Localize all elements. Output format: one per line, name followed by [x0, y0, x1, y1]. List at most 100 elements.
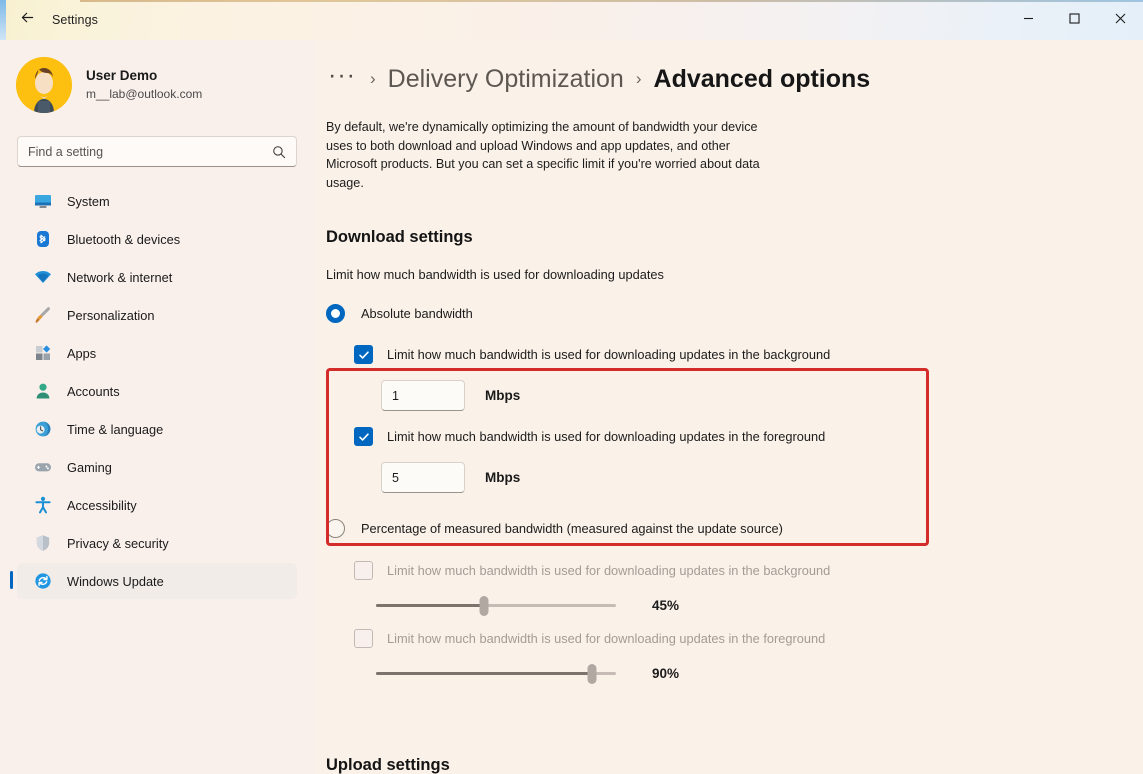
radio-percentage-bandwidth[interactable]: Percentage of measured bandwidth (measur… — [326, 519, 1143, 538]
window-controls — [1005, 0, 1143, 40]
avatar — [16, 57, 72, 113]
close-button[interactable] — [1097, 0, 1143, 40]
checkbox-row-absolute-background[interactable]: Limit how much bandwidth is used for dow… — [354, 345, 1143, 364]
checkbox-label: Limit how much bandwidth is used for dow… — [387, 563, 830, 578]
minimize-icon — [1023, 11, 1034, 29]
radio-label: Absolute bandwidth — [361, 306, 473, 321]
slider-thumb[interactable] — [480, 596, 489, 616]
sidebar-item-label: Time & language — [67, 422, 163, 437]
unit-label: Mbps — [485, 470, 520, 485]
checkbox-label: Limit how much bandwidth is used for dow… — [387, 347, 830, 362]
checkbox-indicator — [354, 345, 373, 364]
monitor-icon — [33, 191, 53, 211]
refresh-icon — [33, 571, 53, 591]
sidebar-item-privacy-security[interactable]: Privacy & security — [17, 525, 297, 561]
radio-label: Percentage of measured bandwidth (measur… — [361, 521, 783, 536]
search-icon — [272, 145, 286, 159]
sidebar-item-label: Privacy & security — [67, 536, 169, 551]
sidebar-item-personalization[interactable]: Personalization — [17, 297, 297, 333]
accessibility-icon — [33, 495, 53, 515]
checkbox-row-absolute-foreground[interactable]: Limit how much bandwidth is used for dow… — [354, 427, 1143, 446]
breadcrumb-overflow-button[interactable]: ··· — [326, 68, 358, 91]
checkbox-indicator — [354, 629, 373, 648]
shield-icon — [33, 533, 53, 553]
title-bar: Settings — [0, 0, 1143, 40]
sidebar: User Demo m__lab@outlook.com System — [0, 40, 314, 774]
slider-fill — [376, 672, 592, 675]
download-settings-subtitle: Limit how much bandwidth is used for dow… — [326, 267, 1143, 282]
clock-globe-icon — [33, 419, 53, 439]
wifi-icon — [33, 267, 53, 287]
minimize-button[interactable] — [1005, 0, 1051, 40]
apps-grid-icon — [33, 343, 53, 363]
close-icon — [1115, 11, 1126, 29]
sidebar-item-bluetooth-devices[interactable]: Bluetooth & devices — [17, 221, 297, 257]
window-top-accent — [80, 0, 1143, 2]
breadcrumb-parent-link[interactable]: Delivery Optimization — [388, 65, 624, 94]
chevron-right-icon: › — [370, 69, 376, 89]
chevron-right-icon: › — [636, 69, 642, 89]
maximize-icon — [1069, 11, 1080, 29]
slider-thumb[interactable] — [588, 664, 597, 684]
sidebar-item-accessibility[interactable]: Accessibility — [17, 487, 297, 523]
slider-percentage-background[interactable] — [376, 591, 616, 619]
sidebar-item-gaming[interactable]: Gaming — [17, 449, 297, 485]
profile-block[interactable]: User Demo m__lab@outlook.com — [0, 40, 314, 114]
search-input[interactable] — [28, 145, 272, 159]
sidebar-item-label: Personalization — [67, 308, 155, 323]
sidebar-item-network-internet[interactable]: Network & internet — [17, 259, 297, 295]
sidebar-item-label: Windows Update — [67, 574, 164, 589]
checkbox-indicator — [354, 561, 373, 580]
sidebar-item-windows-update[interactable]: Windows Update — [17, 563, 297, 599]
slider-percentage-foreground[interactable] — [376, 659, 616, 687]
download-settings-heading: Download settings — [326, 228, 1143, 247]
page-description: By default, we're dynamically optimizing… — [326, 118, 781, 192]
checkbox-indicator — [354, 427, 373, 446]
checkbox-label: Limit how much bandwidth is used for dow… — [387, 631, 825, 646]
bandwidth-background-input[interactable] — [381, 380, 465, 411]
sidebar-item-accounts[interactable]: Accounts — [17, 373, 297, 409]
slider-row-percentage-background: 45% — [376, 591, 1143, 619]
slider-value-label: 45% — [652, 598, 679, 613]
sidebar-item-apps[interactable]: Apps — [17, 335, 297, 371]
maximize-button[interactable] — [1051, 0, 1097, 40]
slider-value-label: 90% — [652, 666, 679, 681]
profile-name: User Demo — [86, 67, 202, 85]
page-title: Advanced options — [654, 65, 871, 94]
value-row-absolute-foreground: Mbps — [381, 462, 1143, 493]
sidebar-item-system[interactable]: System — [17, 183, 297, 219]
sidebar-item-label: System — [67, 194, 110, 209]
window-title: Settings — [52, 13, 98, 27]
upload-settings-heading: Upload settings — [326, 756, 450, 774]
back-arrow-icon — [19, 9, 36, 31]
bandwidth-foreground-input[interactable] — [381, 462, 465, 493]
value-row-absolute-background: Mbps — [381, 380, 1143, 411]
paintbrush-icon — [33, 305, 53, 325]
sidebar-item-label: Network & internet — [67, 270, 172, 285]
sidebar-item-time-language[interactable]: Time & language — [17, 411, 297, 447]
breadcrumb: ··· › Delivery Optimization › Advanced o… — [314, 40, 1143, 96]
checkbox-row-percentage-background[interactable]: Limit how much bandwidth is used for dow… — [354, 561, 1143, 580]
slider-fill — [376, 604, 484, 607]
profile-email: m__lab@outlook.com — [86, 87, 202, 103]
person-icon — [33, 381, 53, 401]
radio-indicator — [326, 304, 345, 323]
unit-label: Mbps — [485, 388, 520, 403]
checkbox-label: Limit how much bandwidth is used for dow… — [387, 429, 825, 444]
main-content: ··· › Delivery Optimization › Advanced o… — [314, 40, 1143, 774]
window-edge-accent — [0, 0, 6, 40]
radio-absolute-bandwidth[interactable]: Absolute bandwidth — [326, 304, 1143, 323]
sidebar-item-label: Bluetooth & devices — [67, 232, 180, 247]
gamepad-icon — [33, 457, 53, 477]
sidebar-item-label: Apps — [67, 346, 96, 361]
checkbox-row-percentage-foreground[interactable]: Limit how much bandwidth is used for dow… — [354, 629, 1143, 648]
sidebar-item-label: Accessibility — [67, 498, 137, 513]
back-button[interactable] — [10, 5, 44, 35]
slider-row-percentage-foreground: 90% — [376, 659, 1143, 687]
sidebar-item-label: Gaming — [67, 460, 112, 475]
search-box[interactable] — [17, 136, 297, 167]
radio-indicator — [326, 519, 345, 538]
bluetooth-icon — [33, 229, 53, 249]
sidebar-item-label: Accounts — [67, 384, 120, 399]
sidebar-nav: System Bluetooth & devices Network & int… — [0, 183, 314, 599]
